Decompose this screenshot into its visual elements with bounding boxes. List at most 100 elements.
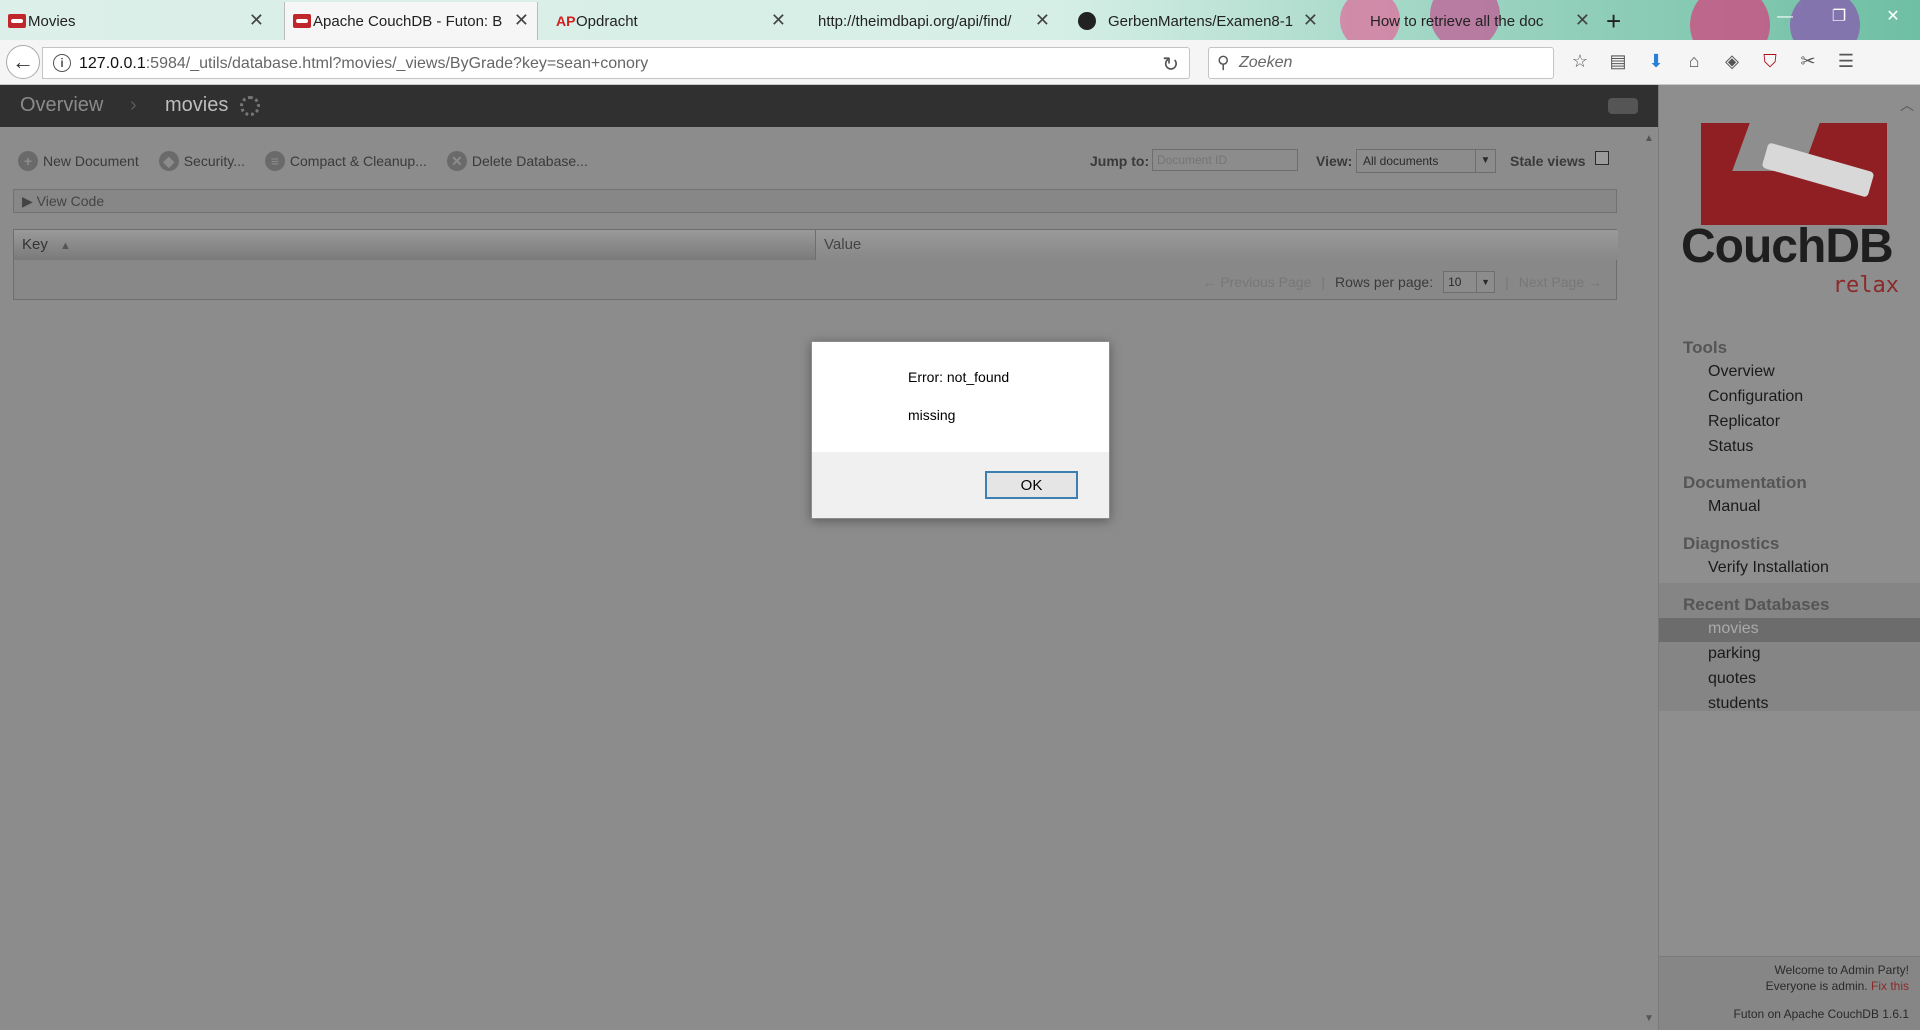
- close-icon[interactable]: ✕: [249, 11, 264, 29]
- view-code-toggle[interactable]: ▶ View Code: [13, 189, 1617, 213]
- ublock-icon[interactable]: ⛉: [1758, 49, 1782, 73]
- url-host: 127.0.0.1: [79, 55, 146, 72]
- sidebar-item-replicator[interactable]: Replicator: [1708, 413, 1780, 431]
- ap-favicon-icon: AP: [556, 13, 576, 29]
- tab-futon[interactable]: Apache CouchDB - Futon: Br ✕: [284, 2, 538, 40]
- breadcrumb-separator: ›: [130, 94, 137, 116]
- sidebar-item-students[interactable]: students: [1708, 695, 1768, 713]
- view-code-label: View Code: [36, 193, 105, 209]
- futon-sidebar: ︿ CouchDB relax Tools Overview Configura…: [1658, 85, 1920, 1030]
- breadcrumb-overview-link[interactable]: Overview: [20, 94, 103, 117]
- close-icon[interactable]: ✕: [1035, 11, 1050, 29]
- tab-imdb[interactable]: http://theimdbapi.org/api/find/ ✕: [800, 2, 1058, 40]
- home-icon[interactable]: ⌂: [1682, 49, 1706, 73]
- couchdb-favicon-icon: [293, 14, 311, 28]
- window-close-icon[interactable]: ✕: [1866, 0, 1920, 34]
- next-page-link[interactable]: Next Page →: [1519, 274, 1602, 290]
- chevron-down-icon: ▼: [1476, 272, 1494, 292]
- view-select-value: All documents: [1363, 154, 1439, 168]
- site-info-icon[interactable]: i: [53, 54, 71, 72]
- triangle-right-icon: ▶: [22, 193, 33, 209]
- security-label: Security...: [183, 153, 245, 169]
- rows-per-page-select[interactable]: 10 ▼: [1443, 271, 1496, 293]
- search-input[interactable]: ⚲ Zoeken: [1208, 47, 1554, 79]
- tab-title: Opdracht: [576, 12, 638, 30]
- sidebar-item-configuration[interactable]: Configuration: [1708, 388, 1803, 406]
- menu-hamburger-icon[interactable]: ☰: [1834, 49, 1858, 73]
- bookmark-star-icon[interactable]: ☆: [1568, 49, 1592, 73]
- github-favicon-icon: [1078, 12, 1096, 30]
- browser-toolbar-icons: ☆ ▤ ⬇ ⌂ ◈ ⛉ ✂ ☰: [1568, 49, 1858, 73]
- reload-icon[interactable]: ↻: [1162, 52, 1179, 77]
- chevron-up-icon[interactable]: ︿: [1900, 95, 1914, 115]
- welcome-message: Welcome to Admin Party!: [1774, 963, 1910, 977]
- security-button[interactable]: ◆ Security...: [158, 151, 245, 171]
- sort-ascending-icon: ▲: [60, 240, 71, 252]
- chevron-down-icon: ▼: [1475, 150, 1495, 172]
- browser-nav-bar: ← i 127.0.0.1:5984/_utils/database.html?…: [0, 40, 1920, 85]
- pager-divider: |: [1321, 274, 1326, 290]
- tab-github[interactable]: GerbenMartens/Examen8-1 ✕: [1070, 2, 1326, 40]
- downloads-icon[interactable]: ⬇: [1644, 49, 1668, 73]
- dialog-error-text: Error: not_found: [908, 369, 1010, 385]
- browser-tab-bar: Movies ✕ Apache CouchDB - Futon: Br ✕ AP…: [0, 0, 1920, 65]
- value-header-label: Value: [824, 236, 862, 253]
- tab-title: Apache CouchDB - Futon: Br: [313, 12, 503, 30]
- close-icon[interactable]: ✕: [771, 11, 786, 29]
- sidebar-item-quotes[interactable]: quotes: [1708, 670, 1756, 688]
- new-document-button[interactable]: + New Document: [18, 151, 139, 171]
- maximize-icon[interactable]: ❐: [1812, 0, 1866, 34]
- loading-spinner-icon: [240, 96, 260, 116]
- compact-label: Compact & Cleanup...: [289, 153, 427, 169]
- sidebar-item-overview[interactable]: Overview: [1708, 363, 1775, 381]
- ok-button[interactable]: OK: [985, 471, 1078, 499]
- database-actions: + New Document ◆ Security... ≡ Compact &…: [18, 151, 588, 171]
- search-icon: ⚲: [1217, 53, 1230, 72]
- sidebar-item-status[interactable]: Status: [1708, 438, 1753, 456]
- stale-views-checkbox[interactable]: [1595, 151, 1609, 165]
- key-header-label: Key: [22, 236, 48, 253]
- error-dialog: Error: not_found missing OK: [811, 341, 1110, 519]
- extension-icon[interactable]: ✂: [1796, 49, 1820, 73]
- recent-database-highlight: [1659, 618, 1920, 642]
- view-label: View:: [1316, 153, 1353, 169]
- tab-movies[interactable]: Movies ✕: [0, 2, 272, 40]
- tab-title: GerbenMartens/Examen8-1: [1108, 12, 1294, 30]
- tab-stackoverflow[interactable]: How to retrieve all the doc ✕: [1336, 2, 1598, 40]
- sidebar-item-manual[interactable]: Manual: [1708, 498, 1760, 516]
- key-column-header[interactable]: Key ▲: [14, 230, 816, 260]
- sidebar-toggle-icon[interactable]: [1608, 98, 1638, 114]
- logo-text: CouchDB: [1681, 220, 1894, 273]
- pocket-icon[interactable]: ◈: [1720, 49, 1744, 73]
- search-placeholder: Zoeken: [1239, 54, 1293, 71]
- jump-to-input[interactable]: [1152, 149, 1298, 171]
- delete-database-button[interactable]: ✕ Delete Database...: [446, 151, 588, 171]
- new-tab-icon[interactable]: +: [1606, 6, 1621, 37]
- breadcrumb: Overview › movies: [0, 85, 1658, 127]
- minimize-icon[interactable]: —: [1758, 0, 1812, 34]
- tab-title: How to retrieve all the doc: [1370, 12, 1544, 30]
- previous-page-link[interactable]: ← Previous Page: [1202, 274, 1311, 290]
- scroll-up-icon[interactable]: ▲: [1644, 133, 1654, 144]
- logo-tagline: relax: [1832, 273, 1899, 298]
- sidebar-item-movies[interactable]: movies: [1708, 620, 1759, 638]
- scroll-down-icon[interactable]: ▼: [1644, 1013, 1654, 1024]
- close-icon[interactable]: ✕: [1575, 11, 1590, 29]
- shield-icon: ◆: [158, 151, 179, 171]
- admin-party-notice: Everyone is admin. Fix this: [1766, 979, 1909, 993]
- tab-opdracht[interactable]: AP Opdracht ✕: [548, 2, 794, 40]
- bookmarks-list-icon[interactable]: ▤: [1606, 49, 1630, 73]
- fix-this-link[interactable]: Fix this: [1871, 979, 1909, 993]
- sidebar-item-parking[interactable]: parking: [1708, 645, 1760, 663]
- rows-per-page-label: Rows per page:: [1335, 274, 1434, 290]
- couchdb-favicon-icon: [8, 14, 26, 28]
- sidebar-item-verify-installation[interactable]: Verify Installation: [1708, 559, 1829, 577]
- close-icon[interactable]: ✕: [514, 11, 529, 29]
- page-scrollbar[interactable]: ▲ ▼: [1640, 127, 1658, 1030]
- close-icon[interactable]: ✕: [1303, 11, 1318, 29]
- back-arrow-icon[interactable]: ←: [6, 45, 40, 79]
- couchdb-logo: CouchDB relax: [1681, 123, 1901, 298]
- compact-cleanup-button[interactable]: ≡ Compact & Cleanup...: [264, 151, 427, 171]
- url-bar[interactable]: i 127.0.0.1:5984/_utils/database.html?mo…: [42, 47, 1190, 79]
- view-select[interactable]: All documents ▼: [1356, 149, 1496, 173]
